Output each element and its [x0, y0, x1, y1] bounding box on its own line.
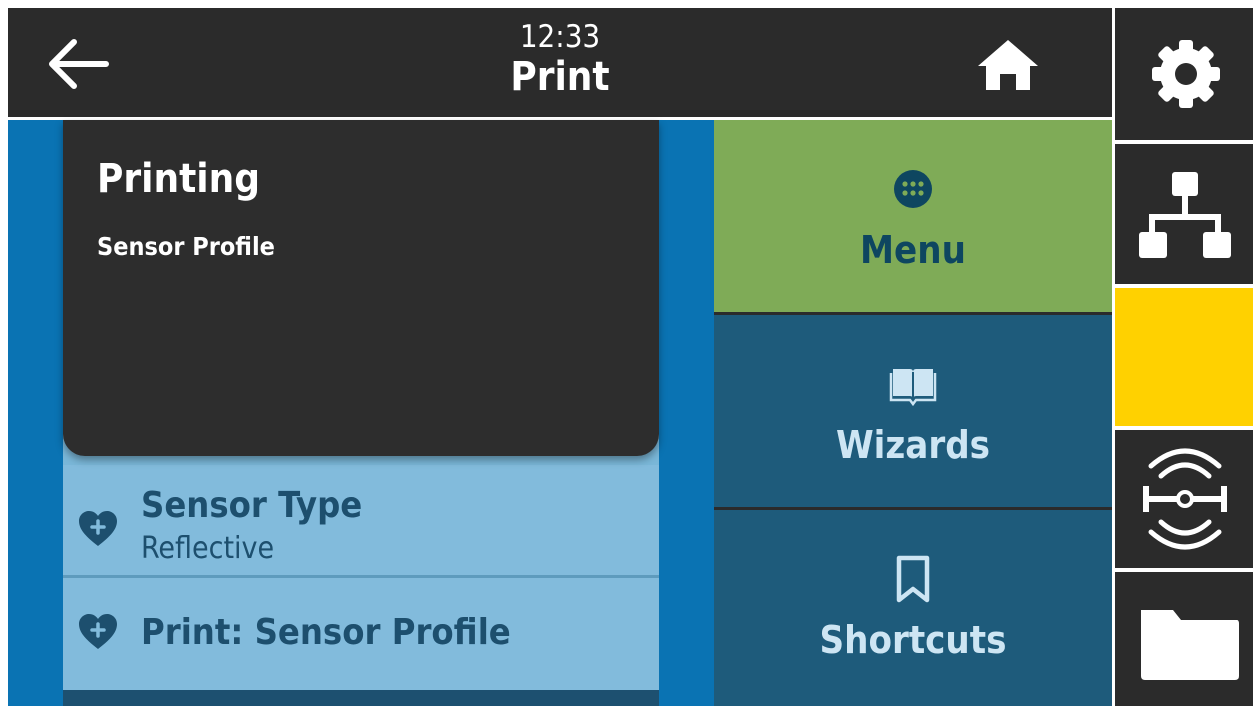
- network-icon: [1139, 172, 1231, 258]
- files-button[interactable]: [1115, 572, 1253, 706]
- wizards-button[interactable]: Wizards: [714, 315, 1112, 507]
- list-item-print-sensor-profile[interactable]: Print: Sensor Profile: [63, 578, 659, 690]
- menu-button[interactable]: Menu: [714, 120, 1112, 312]
- book-icon: [889, 369, 937, 407]
- list-item-title: Print: Sensor Profile: [141, 612, 511, 653]
- shortcuts-button[interactable]: Shortcuts: [714, 510, 1112, 706]
- heart-plus-icon[interactable]: [77, 613, 119, 651]
- rfid-icon: [1143, 448, 1227, 550]
- home-button[interactable]: [972, 34, 1044, 96]
- network-button[interactable]: [1115, 144, 1253, 284]
- status-indicator[interactable]: [1115, 288, 1253, 426]
- list-item-value: Reflective: [141, 531, 275, 566]
- printing-popup[interactable]: Printing Sensor Profile: [63, 120, 659, 456]
- bookmark-icon: [896, 555, 930, 603]
- gear-icon: [1152, 40, 1220, 108]
- menu-label: Menu: [860, 228, 966, 272]
- list-item-title: Sensor Type: [141, 485, 363, 526]
- list-item-next-partial[interactable]: [63, 690, 659, 706]
- page-title: Print: [510, 54, 610, 100]
- rfid-button[interactable]: [1115, 430, 1253, 568]
- wizards-label: Wizards: [835, 423, 991, 467]
- nav-panel: Menu Wizards Shortcuts: [714, 120, 1112, 706]
- folder-icon: [1141, 610, 1239, 680]
- right-sidebar: [1112, 8, 1253, 706]
- heart-plus-icon[interactable]: [77, 510, 119, 548]
- list-item-sensor-type[interactable]: Sensor Type Reflective: [63, 465, 659, 575]
- shortcuts-label: Shortcuts: [819, 618, 1007, 662]
- clock: 12:33: [519, 19, 601, 55]
- header-bar: 12:33 Print: [8, 8, 1112, 117]
- printer-screen: 12:33 Print Sensor Type Reflective Print…: [8, 8, 1253, 706]
- popup-subtitle: Sensor Profile: [97, 232, 275, 261]
- content-area: Sensor Type Reflective Print: Sensor Pro…: [8, 120, 714, 706]
- home-icon: [978, 40, 1038, 90]
- settings-button[interactable]: [1115, 8, 1253, 140]
- popup-title: Printing: [97, 156, 260, 202]
- grid-circle-icon: [894, 170, 932, 208]
